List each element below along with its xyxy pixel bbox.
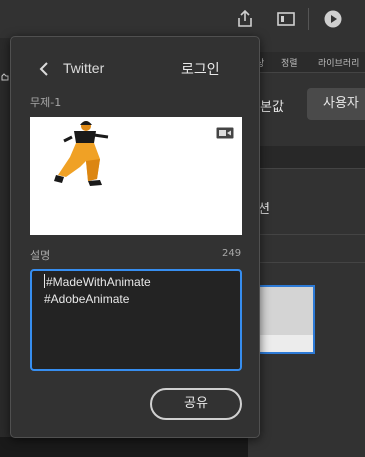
defaults-label[interactable]: 본값	[260, 96, 284, 115]
panel-divider	[248, 262, 365, 263]
tab-align[interactable]: 정렬	[281, 56, 298, 69]
char-count: 249	[222, 248, 242, 259]
bottom-strip	[0, 437, 248, 457]
animation-preview	[30, 117, 242, 235]
panel-tabs: 상 정렬 라이브러리	[248, 52, 365, 73]
description-label: 설명	[30, 249, 51, 262]
share-icon[interactable]	[235, 9, 255, 29]
app-toolbar	[0, 0, 365, 38]
toolbar-separator	[308, 8, 309, 30]
panel-icon[interactable]	[276, 9, 296, 29]
twitter-share-dialog: Twitter 로그인 무제-1 설명 249 #MadeWithAnimate	[10, 36, 260, 438]
panel-divider	[248, 168, 365, 169]
panel-band	[248, 146, 365, 168]
document-name: 무제-1	[30, 96, 62, 109]
share-button[interactable]: 공유	[150, 388, 242, 420]
stage-thumbnail[interactable]	[257, 285, 315, 354]
description-line-2: #AdobeAnimate	[44, 292, 130, 306]
text-caret	[44, 274, 45, 288]
tab-library[interactable]: 라이브러리	[318, 56, 359, 69]
chevron-left-icon[interactable]	[37, 61, 53, 77]
hand-tool-icon	[1, 73, 9, 81]
description-textarea[interactable]: #MadeWithAnimate #AdobeAnimate	[30, 269, 242, 371]
panel-divider	[248, 234, 365, 235]
video-camera-icon	[216, 127, 234, 139]
character-figure	[54, 121, 109, 186]
dialog-title: Twitter	[63, 60, 105, 76]
custom-button[interactable]: 사용자	[307, 88, 365, 120]
play-icon[interactable]	[323, 9, 343, 29]
login-link[interactable]: 로그인	[181, 59, 220, 79]
description-line-1: #MadeWithAnimate	[46, 275, 151, 289]
